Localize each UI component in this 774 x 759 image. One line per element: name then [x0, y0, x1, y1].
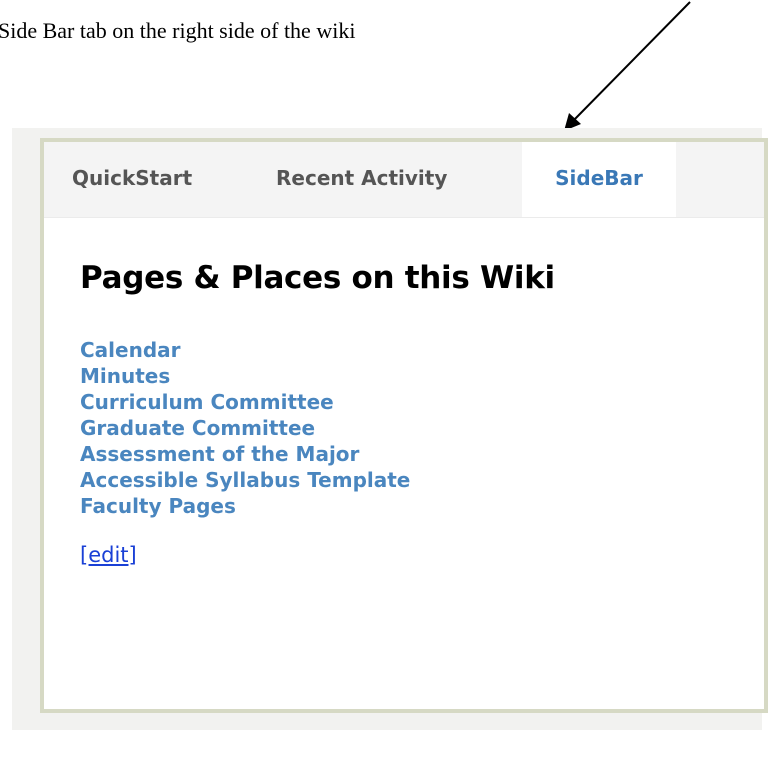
link-graduate-committee[interactable]: Graduate Committee — [80, 415, 410, 441]
link-minutes[interactable]: Minutes — [80, 363, 410, 389]
tab-recent-activity[interactable]: Recent Activity — [276, 142, 447, 217]
page: Side Bar tab on the right side of the wi… — [0, 0, 774, 759]
link-assessment-of-the-major[interactable]: Assessment of the Major — [80, 441, 410, 467]
sidebar-widget: QuickStart Recent Activity SideBar Pages… — [40, 138, 768, 713]
sidebar-heading: Pages & Places on this Wiki — [80, 260, 555, 296]
link-curriculum-committee[interactable]: Curriculum Committee — [80, 389, 410, 415]
tab-bar: QuickStart Recent Activity SideBar — [44, 142, 764, 218]
annotation: Side Bar tab on the right side of the wi… — [0, 0, 774, 131]
link-calendar[interactable]: Calendar — [80, 337, 410, 363]
tab-quickstart[interactable]: QuickStart — [72, 142, 192, 217]
arrow-line — [571, 1, 691, 123]
link-faculty-pages[interactable]: Faculty Pages — [80, 493, 410, 519]
link-accessible-syllabus-template[interactable]: Accessible Syllabus Template — [80, 467, 410, 493]
sidebar-link-list: Calendar Minutes Curriculum Committee Gr… — [80, 337, 410, 519]
edit-link[interactable]: [edit] — [80, 543, 137, 567]
tab-sidebar[interactable]: SideBar — [522, 142, 676, 217]
annotation-arrow — [564, 1, 691, 131]
